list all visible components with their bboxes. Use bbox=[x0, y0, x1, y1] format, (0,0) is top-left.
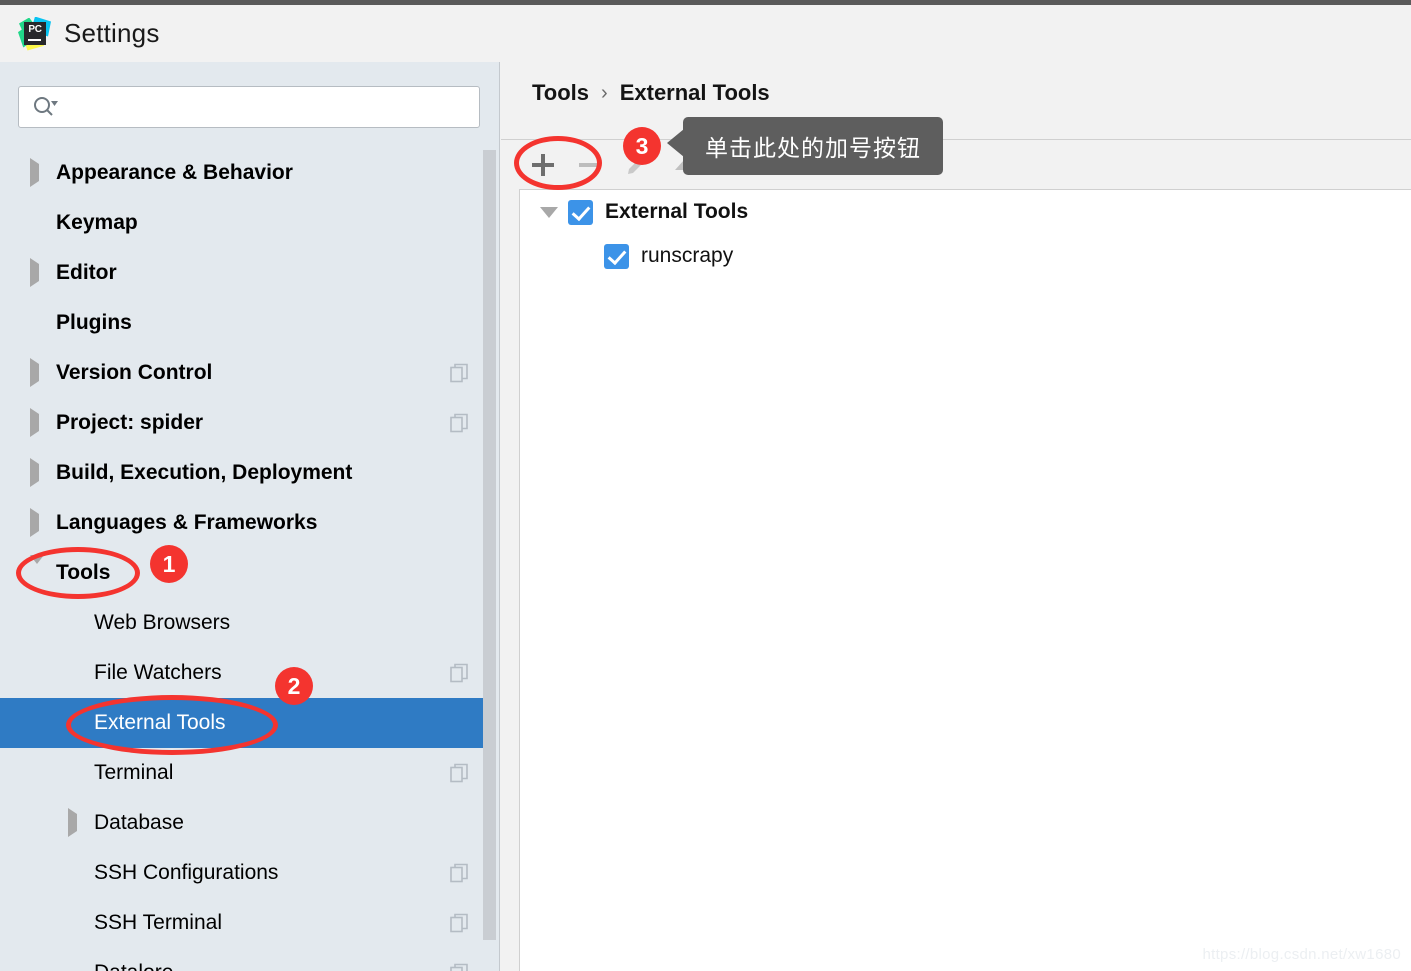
annotation-badge-3: 3 bbox=[623, 127, 661, 165]
sidebar-item-label: File Watchers bbox=[94, 661, 222, 684]
tree-row-label: External Tools bbox=[605, 200, 749, 223]
sidebar-item-label: Project: spider bbox=[56, 411, 204, 434]
copy-settings-icon[interactable] bbox=[450, 363, 468, 383]
chevron-right-icon[interactable] bbox=[30, 408, 39, 437]
sidebar-item-project-spider[interactable]: Project: spider bbox=[0, 398, 498, 448]
sidebar-item-label: Build, Execution, Deployment bbox=[56, 461, 353, 484]
plus-icon bbox=[531, 153, 554, 176]
external-tools-tree: External Tools runscrapy bbox=[519, 190, 1411, 971]
tree-row[interactable]: External Tools bbox=[520, 190, 1411, 234]
copy-settings-icon[interactable] bbox=[450, 963, 468, 971]
chevron-right-icon[interactable] bbox=[30, 158, 39, 187]
breadcrumb: Tools › External Tools bbox=[532, 80, 770, 106]
sidebar-item-languages-frameworks[interactable]: Languages & Frameworks bbox=[0, 498, 498, 548]
sidebar-item-datalore[interactable]: Datalore bbox=[0, 948, 498, 971]
remove-button[interactable] bbox=[566, 141, 613, 189]
copy-settings-icon[interactable] bbox=[450, 913, 468, 933]
add-button[interactable] bbox=[519, 141, 566, 189]
sidebar-item-ssh-terminal[interactable]: SSH Terminal bbox=[0, 898, 498, 948]
sidebar-item-external-tools[interactable]: External Tools bbox=[0, 698, 498, 748]
breadcrumb-separator-icon: › bbox=[601, 81, 608, 104]
title-bar: PC Settings bbox=[0, 5, 1411, 62]
sidebar-item-label: SSH Terminal bbox=[94, 911, 222, 934]
chevron-right-icon[interactable] bbox=[30, 458, 39, 487]
sidebar-item-label: Keymap bbox=[56, 211, 138, 234]
sidebar-item-label: Database bbox=[94, 811, 184, 834]
pycharm-logo-text: PC bbox=[28, 23, 42, 35]
sidebar-item-plugins[interactable]: Plugins bbox=[0, 298, 498, 348]
settings-content-pane: Tools › External Tools External Tools ru… bbox=[501, 62, 1411, 971]
pycharm-logo-icon: PC bbox=[18, 16, 52, 51]
copy-settings-icon[interactable] bbox=[450, 763, 468, 783]
search-input[interactable] bbox=[59, 87, 479, 127]
chevron-down-icon[interactable] bbox=[30, 555, 44, 581]
minus-icon bbox=[578, 154, 601, 176]
settings-dialog: PC Settings Appearance & Behavior Keymap E… bbox=[0, 0, 1411, 971]
tree-row-label: runscrapy bbox=[641, 244, 734, 267]
sidebar-item-build-execution-deployment[interactable]: Build, Execution, Deployment bbox=[0, 448, 498, 498]
watermark: https://blog.csdn.net/xw1680 bbox=[1202, 946, 1401, 963]
instruction-tooltip: 单击此处的加号按钮 bbox=[667, 117, 943, 175]
sidebar-item-keymap[interactable]: Keymap bbox=[0, 198, 498, 248]
search-icon bbox=[33, 96, 59, 118]
copy-settings-icon[interactable] bbox=[450, 663, 468, 683]
sidebar-item-tools[interactable]: Tools bbox=[0, 548, 498, 598]
sidebar-scrollbar[interactable] bbox=[483, 62, 498, 971]
chevron-right-icon[interactable] bbox=[30, 258, 39, 287]
sidebar-scrollbar-thumb[interactable] bbox=[483, 150, 496, 940]
sidebar-item-label: Plugins bbox=[56, 311, 132, 334]
annotation-badge-1: 1 bbox=[150, 545, 188, 583]
annotation-badge-2: 2 bbox=[275, 667, 313, 705]
sidebar-item-web-browsers[interactable]: Web Browsers bbox=[0, 598, 498, 648]
tooltip-text: 单击此处的加号按钮 bbox=[705, 135, 921, 161]
copy-settings-icon[interactable] bbox=[450, 863, 468, 883]
tree-row[interactable]: runscrapy bbox=[520, 234, 1411, 278]
sidebar-item-label: SSH Configurations bbox=[94, 861, 279, 884]
settings-sidebar: Appearance & Behavior Keymap Editor Plugins… bbox=[0, 62, 500, 971]
sidebar-item-ssh-configurations[interactable]: SSH Configurations bbox=[0, 848, 498, 898]
sidebar-item-file-watchers[interactable]: File Watchers bbox=[0, 648, 498, 698]
sidebar-item-label: Version Control bbox=[56, 361, 213, 384]
breadcrumb-parent[interactable]: Tools bbox=[532, 80, 589, 106]
sidebar-item-label: Languages & Frameworks bbox=[56, 511, 318, 534]
sidebar-item-version-control[interactable]: Version Control bbox=[0, 348, 498, 398]
breadcrumb-current: External Tools bbox=[619, 80, 770, 105]
checkbox-checked-icon[interactable] bbox=[568, 199, 593, 225]
sidebar-item-appearance-behavior[interactable]: Appearance & Behavior bbox=[0, 148, 498, 198]
sidebar-item-label: External Tools bbox=[94, 711, 226, 734]
sidebar-item-label: Appearance & Behavior bbox=[56, 161, 293, 184]
sidebar-item-label: Terminal bbox=[94, 761, 174, 784]
chevron-right-icon[interactable] bbox=[68, 808, 77, 837]
sidebar-item-database[interactable]: Database bbox=[0, 798, 498, 848]
window-title: Settings bbox=[64, 18, 160, 48]
sidebar-item-label: Web Browsers bbox=[94, 611, 231, 634]
sidebar-item-label: Tools bbox=[56, 561, 111, 584]
chevron-right-icon[interactable] bbox=[30, 508, 39, 537]
settings-tree: Appearance & Behavior Keymap Editor Plugins… bbox=[0, 148, 499, 971]
tooltip-tail-icon bbox=[667, 129, 684, 157]
checkbox-checked-icon[interactable] bbox=[604, 243, 629, 269]
chevron-right-icon[interactable] bbox=[30, 358, 39, 387]
search-box[interactable] bbox=[18, 86, 480, 128]
chevron-down-icon[interactable] bbox=[540, 206, 558, 218]
sidebar-item-terminal[interactable]: Terminal bbox=[0, 748, 498, 798]
sidebar-item-editor[interactable]: Editor bbox=[0, 248, 498, 298]
sidebar-item-label: Editor bbox=[56, 261, 117, 284]
sidebar-item-label: Datalore bbox=[94, 961, 173, 971]
copy-settings-icon[interactable] bbox=[450, 413, 468, 433]
